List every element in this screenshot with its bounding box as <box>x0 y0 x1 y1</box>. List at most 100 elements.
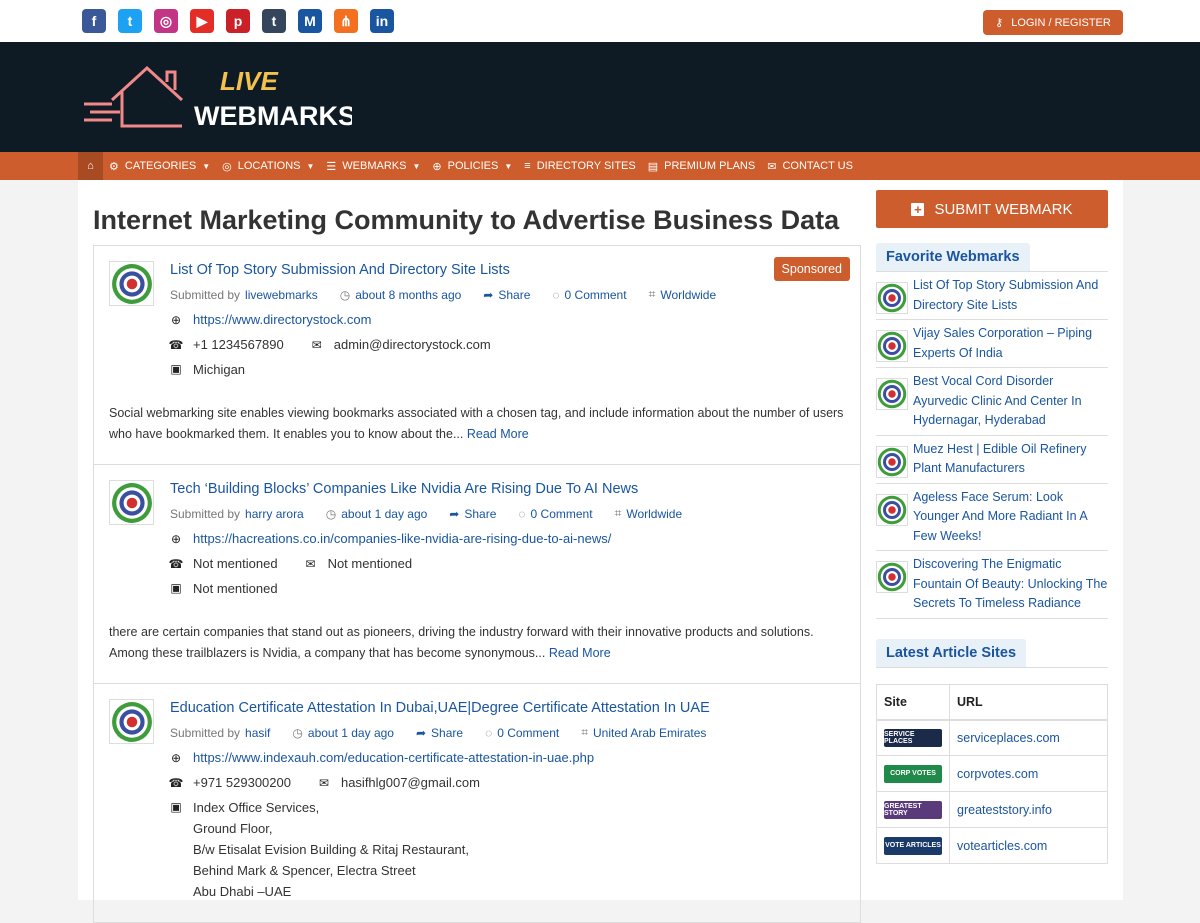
webmark-title[interactable]: List Of Top Story Submission And Directo… <box>170 262 845 280</box>
clock-icon: ◷ <box>292 725 303 740</box>
main-column: Internet Marketing Community to Advertis… <box>93 180 861 923</box>
address-line: Behind Mark & Spencer, Electra Street <box>193 863 416 878</box>
favorite-avatar[interactable] <box>876 378 908 410</box>
site-logo[interactable]: LIVE WEBMARKS <box>82 60 352 135</box>
site-row: GREATEST STORY greateststory.info <box>876 791 1108 828</box>
address-card-icon: ▣ <box>170 800 182 814</box>
medium-icon[interactable]: M <box>298 9 322 33</box>
site-logo[interactable]: GREATEST STORY <box>884 800 942 819</box>
time-link[interactable]: about 8 months ago <box>355 288 461 302</box>
nav-item-categories[interactable]: ⚙ CATEGORIES ▼ <box>103 152 216 180</box>
site-url-link[interactable]: serviceplaces.com <box>957 731 1060 745</box>
site-logo[interactable]: SERVICE PLACES <box>884 728 942 747</box>
latest-sites-table: Site URL SERVICE PLACES serviceplaces.com… <box>876 683 1108 864</box>
webmark-url[interactable]: https://www.indexauh.com/education-certi… <box>193 750 594 765</box>
read-more-link[interactable]: Read More <box>549 646 611 660</box>
webmark-item: Tech ‘Building Blocks’ Companies Like Nv… <box>94 465 860 684</box>
favorite-link[interactable]: Best Vocal Cord Disorder Ayurvedic Clini… <box>913 372 1108 431</box>
favorite-avatar[interactable] <box>876 282 908 314</box>
time-link[interactable]: about 1 day ago <box>308 726 394 740</box>
read-more-link[interactable]: Read More <box>467 427 529 441</box>
site-url-link[interactable]: votearticles.com <box>957 839 1047 853</box>
nav-item-premium-plans[interactable]: ▤ PREMIUM PLANS <box>642 152 761 180</box>
webmark-url[interactable]: https://hacreations.co.in/companies-like… <box>193 531 611 546</box>
webmark-item: Sponsored List Of Top Story Submission An… <box>94 246 860 465</box>
favorite-avatar[interactable] <box>876 493 908 526</box>
caret-down-icon: ▼ <box>504 161 513 171</box>
linkedin-icon[interactable]: in <box>370 9 394 33</box>
cogs-icon: ⚙ <box>109 160 119 173</box>
site-logo[interactable]: VOTE ARTICLES <box>884 836 942 855</box>
time-link[interactable]: about 1 day ago <box>341 507 427 521</box>
location-link[interactable]: Worldwide <box>626 507 682 521</box>
contact-row: ☎ +1 1234567890 ✉ admin@directorystock.com <box>169 337 845 352</box>
webmark-url[interactable]: https://www.directorystock.com <box>193 312 371 327</box>
favorite-avatar[interactable] <box>876 561 908 593</box>
favorite-link[interactable]: Ageless Face Serum: Look Younger And Mor… <box>913 488 1108 547</box>
submitted-by-label: Submitted by <box>170 506 241 521</box>
tumblr-icon[interactable]: t <box>262 9 286 33</box>
content-wrapper: Internet Marketing Community to Advertis… <box>78 180 1123 923</box>
author-link[interactable]: harry arora <box>245 507 304 521</box>
share-icon-glyph: ⋔ <box>340 12 352 29</box>
share-link[interactable]: Share <box>464 507 496 521</box>
tumblr-icon-glyph: t <box>271 13 277 29</box>
nav-item-locations[interactable]: ◎ LOCATIONS ▼ <box>216 152 320 180</box>
url-row: ⊕ https://www.indexauh.com/education-cert… <box>169 750 845 765</box>
nav-item-webmarks[interactable]: ☰ WEBMARKS ▼ <box>320 152 426 180</box>
nav-item-policies[interactable]: ⊕ POLICIES ▼ <box>426 152 518 180</box>
webmark-avatar[interactable] <box>109 480 154 525</box>
site-url-link[interactable]: corpvotes.com <box>957 767 1038 781</box>
share-link[interactable]: Share <box>498 288 530 302</box>
comment-link[interactable]: 0 Comment <box>531 507 593 521</box>
favorite-link[interactable]: Muez Hest | Edible Oil Refinery Plant Ma… <box>913 440 1108 479</box>
webmark-avatar[interactable] <box>109 699 154 744</box>
submit-webmark-button[interactable]: + SUBMIT WEBMARK <box>876 190 1108 228</box>
share-icon[interactable]: ⋔ <box>334 9 358 33</box>
nav-label: DIRECTORY SITES <box>536 160 636 172</box>
favorite-item: Best Vocal Cord Disorder Ayurvedic Clini… <box>876 368 1108 436</box>
favorite-link[interactable]: Discovering The Enigmatic Fountain Of Be… <box>913 555 1108 614</box>
pinterest-icon[interactable]: p <box>226 9 250 33</box>
location-link[interactable]: United Arab Emirates <box>593 726 706 740</box>
key-icon: ⚷ <box>995 17 1004 29</box>
nav-item-contact-us[interactable]: ✉ CONTACT US <box>761 152 859 180</box>
webmark-title[interactable]: Education Certificate Attestation In Dub… <box>170 700 845 718</box>
site-logo-text: CORP VOTES <box>890 770 936 777</box>
site-url-link[interactable]: greateststory.info <box>957 803 1052 817</box>
nav-item-directory-sites[interactable]: ≡ DIRECTORY SITES <box>518 152 641 180</box>
comment-icon: ◌ <box>485 725 493 740</box>
target-icon <box>111 263 152 304</box>
favorite-link[interactable]: List Of Top Story Submission And Directo… <box>913 276 1108 315</box>
phone-value: +1 1234567890 <box>193 337 284 352</box>
location-link[interactable]: Worldwide <box>660 288 716 302</box>
favorite-avatar[interactable] <box>876 330 908 362</box>
author-link[interactable]: hasif <box>245 726 270 740</box>
medium-icon-glyph: M <box>304 13 316 29</box>
favorite-item: List Of Top Story Submission And Directo… <box>876 272 1108 320</box>
nav-home[interactable]: ⌂ <box>78 152 103 180</box>
favorite-link[interactable]: Vijay Sales Corporation – Piping Experts… <box>913 324 1108 363</box>
author-link[interactable]: livewebmarks <box>245 288 318 302</box>
comment-link[interactable]: 0 Comment <box>497 726 559 740</box>
globe-icon: ⊕ <box>170 531 182 546</box>
login-register-button[interactable]: ⚷ LOGIN / REGISTER <box>983 10 1123 35</box>
compass-icon: ◎ <box>222 160 232 173</box>
instagram-icon[interactable]: ◎ <box>154 9 178 33</box>
webmark-title[interactable]: Tech ‘Building Blocks’ Companies Like Nv… <box>170 481 845 499</box>
site-logo[interactable]: CORP VOTES <box>884 764 942 783</box>
share-link[interactable]: Share <box>431 726 463 740</box>
twitter-icon[interactable]: t <box>118 9 142 33</box>
facebook-icon[interactable]: f <box>82 9 106 33</box>
address-line: Not mentioned <box>193 581 278 596</box>
nav-label: LOCATIONS <box>237 160 301 172</box>
site-logo-text: SERVICE PLACES <box>884 730 915 745</box>
youtube-icon[interactable]: ▶ <box>190 9 214 33</box>
logo-line1: LIVE <box>220 66 278 96</box>
comment-link[interactable]: 0 Comment <box>565 288 627 302</box>
webmark-meta: Submitted by livewebmarks ◷ about 8 months … <box>170 287 845 302</box>
favorite-avatar[interactable] <box>876 445 908 478</box>
share-icon: ➦ <box>415 725 427 740</box>
webmark-avatar[interactable] <box>109 261 154 306</box>
site-column-header: Site <box>876 683 950 721</box>
